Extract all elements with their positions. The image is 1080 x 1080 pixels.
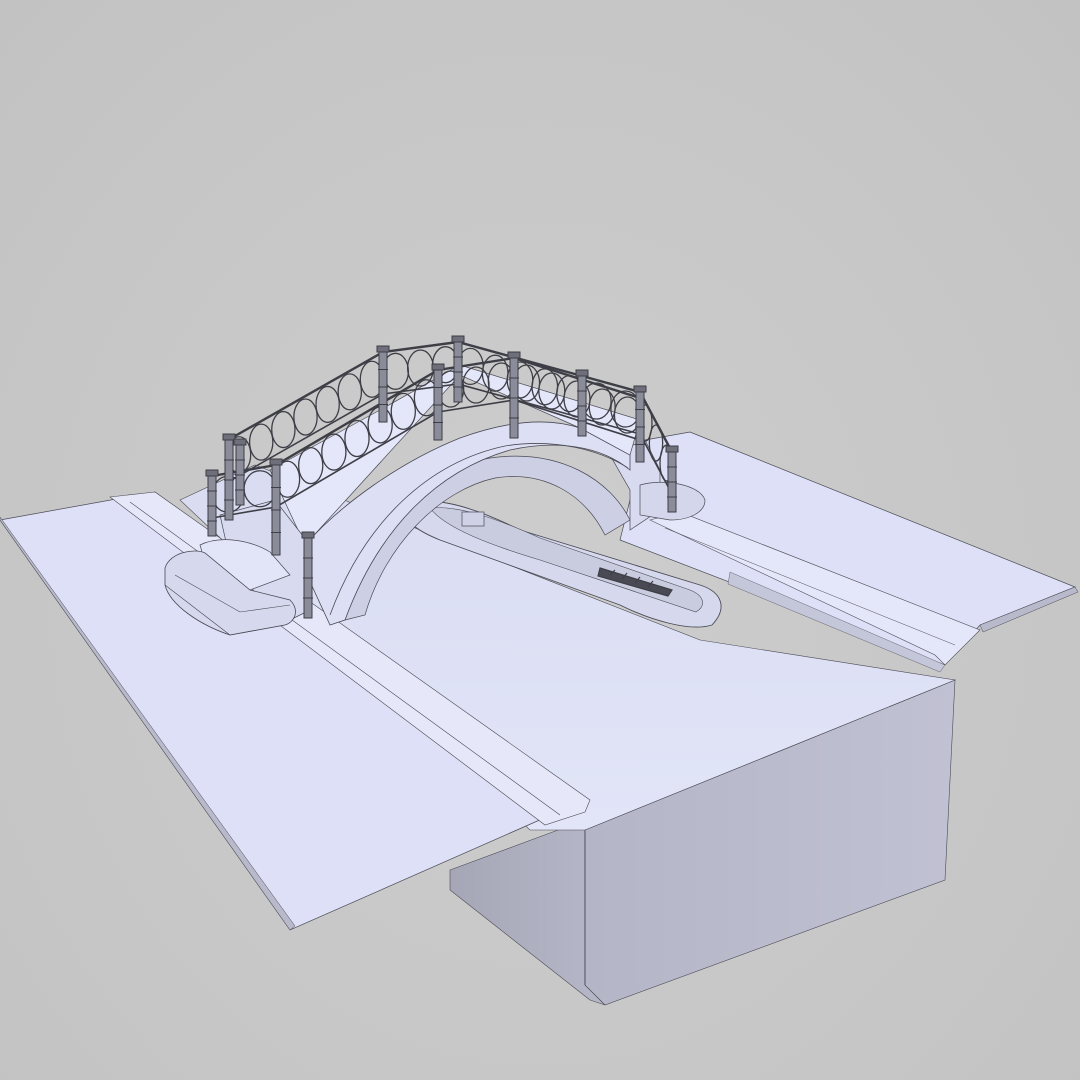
post-cap	[205, 469, 219, 477]
railing-post	[665, 445, 679, 513]
scene-svg	[0, 335, 1079, 1006]
railing-post	[633, 385, 647, 463]
railing-post	[301, 531, 315, 619]
post-cap	[269, 458, 283, 466]
post-cap	[633, 385, 647, 393]
boat-seat	[461, 511, 485, 527]
railing-post	[233, 438, 247, 506]
railing-post	[269, 458, 283, 556]
post-cap	[301, 531, 315, 539]
railing-post	[205, 469, 219, 537]
back-railing-loop	[337, 373, 363, 411]
post-cap	[233, 438, 247, 446]
back-railing-loop	[271, 410, 296, 449]
post-cap	[451, 335, 465, 343]
render-viewport	[0, 0, 1080, 1080]
post-cap	[431, 363, 445, 371]
post-cap	[222, 433, 236, 441]
railing-post	[575, 369, 589, 437]
railing-post	[222, 433, 236, 521]
post-cap	[665, 445, 679, 453]
railing-post	[507, 351, 521, 439]
post-cap	[575, 369, 589, 377]
railing-post	[451, 335, 465, 403]
back-railing-loop	[248, 423, 274, 461]
post-cap	[376, 345, 390, 353]
post-cap	[507, 351, 521, 359]
railing-post	[376, 345, 390, 423]
back-railing-loop	[293, 398, 318, 436]
back-railing-loop	[315, 385, 340, 424]
railing-post	[431, 363, 445, 441]
